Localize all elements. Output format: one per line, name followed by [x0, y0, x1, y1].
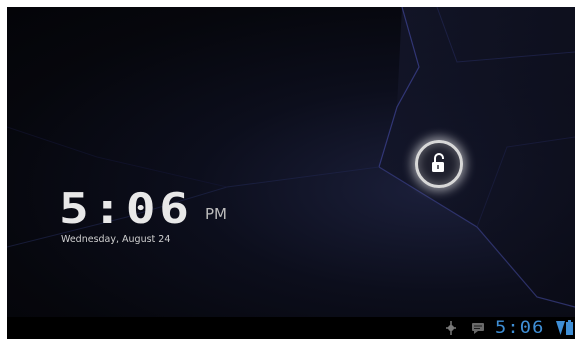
lock-screen: 5:06 PM Wednesday, August 24 5:06 [7, 7, 575, 339]
clock-time: 5:06 [59, 184, 193, 233]
wifi-icon[interactable] [556, 321, 565, 335]
wallpaper [7, 7, 575, 308]
unlock-padlock-icon [432, 153, 444, 172]
status-bar: 5:06 [7, 317, 575, 339]
unlock-handle[interactable] [415, 140, 463, 188]
clock-ampm: PM [205, 205, 227, 223]
notification-message-icon[interactable] [472, 323, 484, 334]
battery-icon[interactable] [566, 320, 573, 335]
status-time[interactable]: 5:06 [495, 318, 544, 338]
clock-date: Wednesday, August 24 [61, 234, 171, 245]
usb-debugging-icon[interactable] [445, 321, 457, 335]
device-frame: 5:06 PM Wednesday, August 24 5:06 [0, 0, 579, 349]
